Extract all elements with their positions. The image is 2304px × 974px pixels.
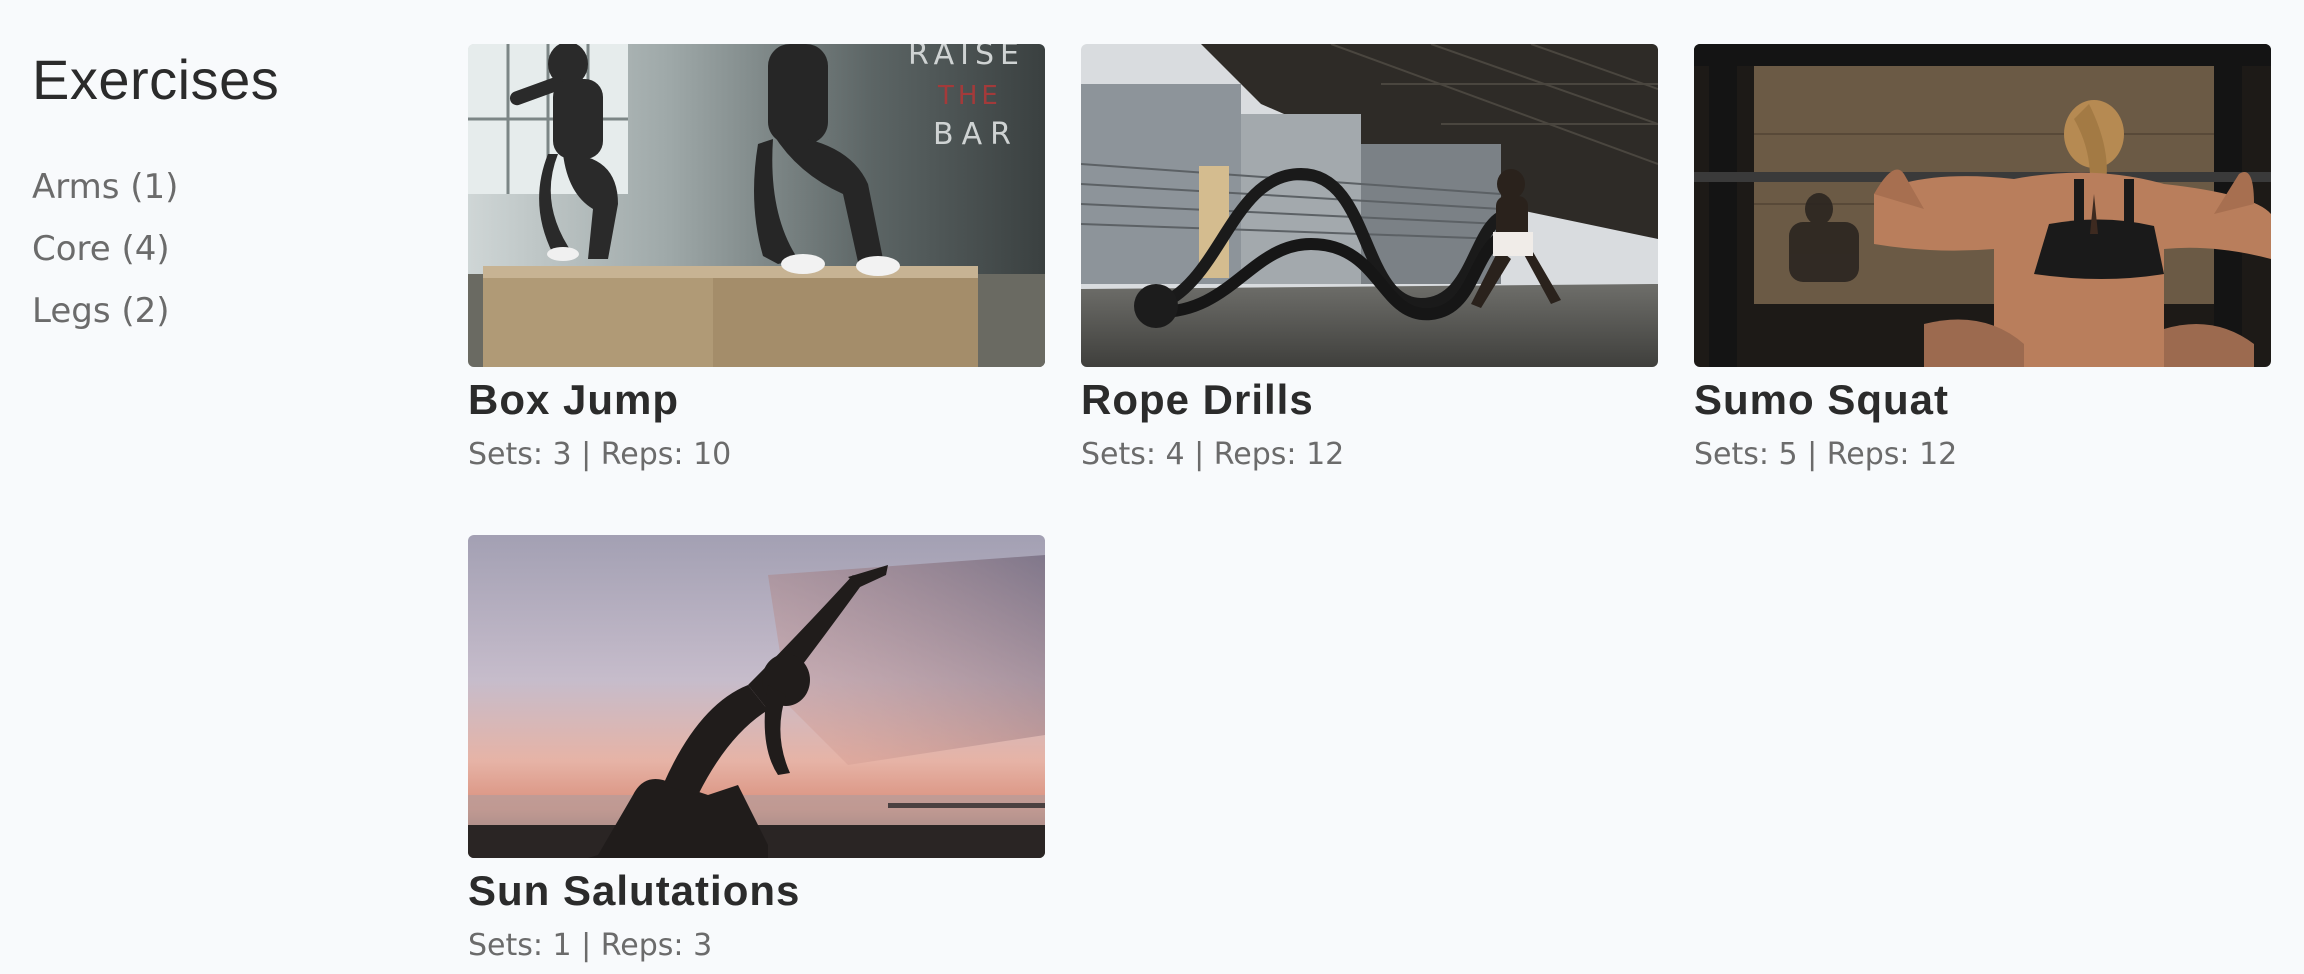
box-jump-wall-text-3: BAR bbox=[933, 117, 1019, 152]
sumo-squat-photo[interactable] bbox=[1694, 44, 2271, 367]
exercise-grid: RAISE THE BAR Box Jump Sets: 3 | Reps: 1… bbox=[468, 44, 2272, 966]
exercise-meta: Sets: 4 | Reps: 12 bbox=[1081, 437, 1345, 472]
exercise-meta: Sets: 3 | Reps: 10 bbox=[468, 437, 732, 472]
exercise-meta: Sets: 1 | Reps: 3 bbox=[468, 928, 713, 963]
box-jump-photo[interactable]: RAISE THE BAR bbox=[468, 44, 1045, 367]
page: Exercises Arms (1) Core (4) Legs (2) RAI… bbox=[0, 0, 2304, 974]
rope-drills-photo[interactable] bbox=[1081, 44, 1658, 367]
sidebar-item-core[interactable]: Core (4) bbox=[32, 218, 432, 280]
exercise-card-box-jump[interactable]: RAISE THE BAR Box Jump Sets: 3 | Reps: 1… bbox=[468, 44, 1045, 475]
exercise-title: Box Jump bbox=[468, 376, 680, 423]
exercise-card-rope-drills[interactable]: Rope Drills Sets: 4 | Reps: 12 bbox=[1081, 44, 1658, 475]
exercise-title: Sumo Squat bbox=[1694, 376, 1950, 423]
exercise-title: Rope Drills bbox=[1081, 376, 1314, 423]
sidebar-item-legs[interactable]: Legs (2) bbox=[32, 280, 432, 342]
exercise-card-sumo-squat[interactable]: Sumo Squat Sets: 5 | Reps: 12 bbox=[1694, 44, 2271, 475]
exercise-title: Sun Salutations bbox=[468, 867, 801, 914]
sidebar-item-arms[interactable]: Arms (1) bbox=[32, 156, 432, 218]
box-jump-wall-text-1: RAISE bbox=[908, 44, 1025, 72]
category-list: Arms (1) Core (4) Legs (2) bbox=[32, 156, 432, 342]
box-jump-wall-text-2: THE bbox=[937, 81, 1002, 111]
sun-salutations-photo[interactable] bbox=[468, 535, 1045, 858]
exercise-card-sun-salutations[interactable]: Sun Salutations Sets: 1 | Reps: 3 bbox=[468, 535, 1045, 966]
sidebar: Exercises Arms (1) Core (4) Legs (2) bbox=[32, 44, 432, 342]
page-title: Exercises bbox=[32, 48, 280, 111]
exercise-meta: Sets: 5 | Reps: 12 bbox=[1694, 437, 1958, 472]
